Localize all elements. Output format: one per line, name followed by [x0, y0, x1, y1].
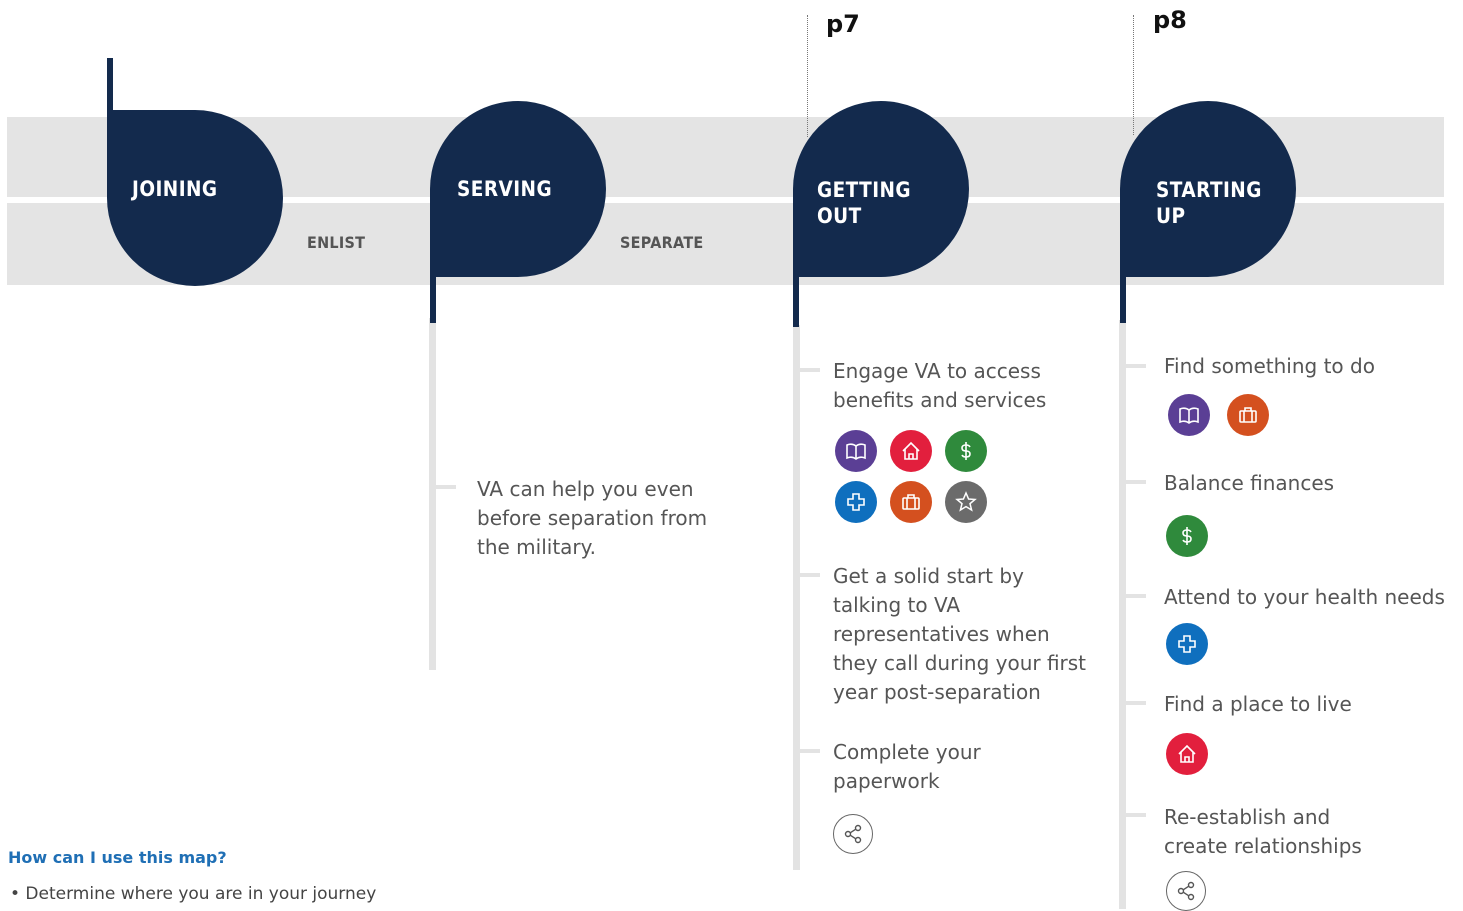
starting-up-marker-stem	[1120, 270, 1126, 323]
getting-out-step-tick	[800, 573, 820, 577]
share-icon	[1166, 871, 1206, 911]
stage-getting-out-title: GETTING OUT	[817, 178, 912, 228]
medical-cross-icon	[835, 481, 877, 523]
p8-leader-line	[1133, 15, 1134, 135]
connector-separate: SEPARATE	[620, 233, 704, 252]
starting-up-step-tick	[1126, 364, 1146, 368]
starting-up-step-text: Balance finances	[1164, 471, 1335, 495]
getting-out-step-text: Get a solid start by talking to VA repre…	[833, 564, 1087, 704]
starting-up-step-tick	[1126, 813, 1146, 817]
getting-out-marker-stem	[793, 270, 799, 327]
stage-starting-up-title: STARTING UP	[1156, 178, 1262, 228]
serving-timeline	[429, 318, 436, 670]
stage-serving-title: SERVING	[457, 177, 553, 201]
star-icon	[945, 481, 987, 523]
joining-marker-stem	[107, 58, 113, 118]
getting-out-step-tick	[800, 749, 820, 753]
share-icon	[833, 814, 873, 854]
dollar-icon	[945, 430, 987, 472]
home-icon	[890, 430, 932, 472]
p7-leader-line	[807, 15, 808, 137]
briefcase-icon	[890, 481, 932, 523]
starting-up-timeline	[1119, 320, 1126, 909]
serving-step-text: VA can help you even before separation f…	[477, 477, 708, 559]
starting-up-step-text: Attend to your health needs	[1164, 585, 1445, 609]
medical-cross-icon	[1166, 623, 1208, 665]
starting-up-step-text: Find something to do	[1164, 354, 1375, 378]
getting-out-step-text: Complete your paperwork	[833, 740, 981, 793]
home-icon	[1166, 733, 1208, 775]
getting-out-step-text: Engage VA to access benefits and service…	[833, 359, 1047, 412]
faq-item: • Determine where you are in your journe…	[10, 884, 377, 904]
starting-up-step-tick	[1126, 594, 1146, 598]
starting-up-step-text: Re-establish and create relationships	[1164, 805, 1362, 858]
stage-joining-title: JOINING	[132, 177, 218, 201]
starting-up-step-text: Find a place to live	[1164, 692, 1352, 716]
page-ref-p7[interactable]: p7	[826, 10, 860, 38]
serving-marker-stem	[430, 270, 436, 323]
starting-up-step-tick	[1126, 701, 1146, 705]
getting-out-timeline	[793, 325, 800, 870]
book-icon	[835, 430, 877, 472]
serving-step-tick	[436, 485, 456, 489]
briefcase-icon	[1227, 394, 1269, 436]
dollar-icon	[1166, 515, 1208, 557]
starting-up-step-tick	[1126, 480, 1146, 484]
faq-title: How can I use this map?	[8, 848, 227, 867]
connector-enlist: ENLIST	[307, 233, 366, 252]
book-icon	[1168, 394, 1210, 436]
getting-out-step-tick	[800, 368, 820, 372]
page-ref-p8[interactable]: p8	[1153, 6, 1187, 34]
